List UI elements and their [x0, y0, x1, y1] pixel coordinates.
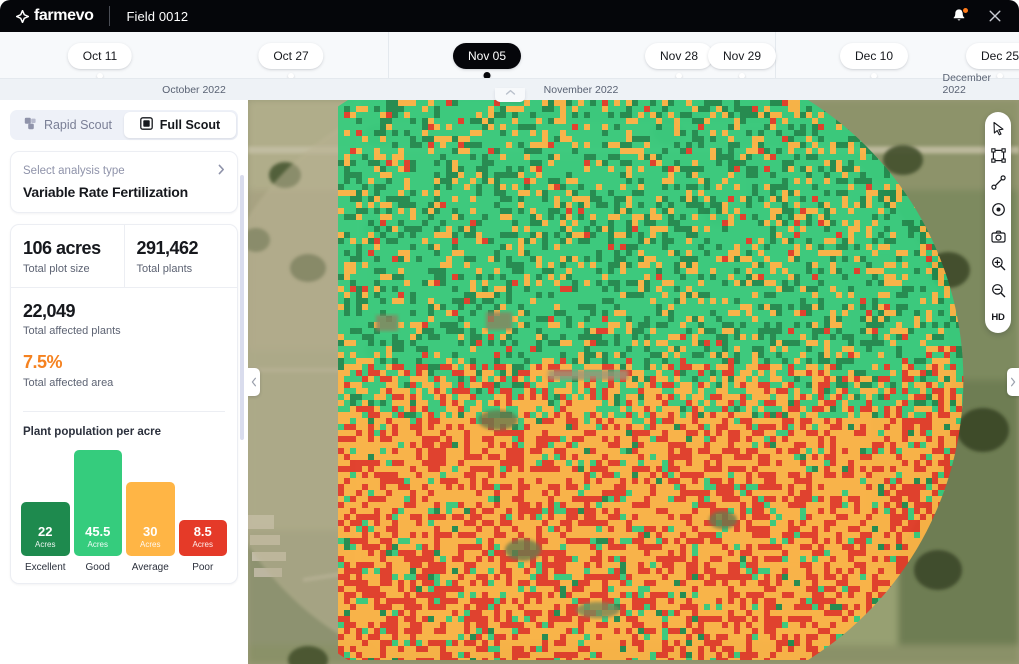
bar-unit: Acres [35, 540, 56, 550]
stat-total-affected-plants: 22,049 Total affected plants [11, 288, 237, 340]
timeline-month-label: December 2022 [942, 72, 991, 96]
bar-category-label: Good [85, 562, 110, 574]
analysis-type-selector[interactable]: Select analysis type Variable Rate Ferti… [10, 151, 238, 213]
brand-name: farmevo [34, 7, 94, 24]
stat-value: 106 acres [23, 238, 101, 258]
bar-unit: Acres [192, 540, 213, 550]
bar-average[interactable]: 30 Acres [126, 482, 175, 557]
bar-category-label: Average [131, 562, 169, 574]
tab-rapid-scout[interactable]: Rapid Scout [12, 112, 124, 138]
stats-row-top: 106 acres Total plot size 291,462 Total … [11, 225, 237, 288]
bar-category-label: Poor [192, 562, 214, 574]
hd-toggle[interactable]: HD [989, 308, 1007, 326]
analysis-type-placeholder: Select analysis type [23, 165, 125, 177]
diamond-logo-icon [15, 9, 30, 23]
timeline-month-label: October 2022 [162, 84, 226, 96]
chevron-up-icon [505, 89, 515, 95]
square-frame-icon [139, 117, 153, 133]
close-icon[interactable] [987, 8, 1003, 24]
bar-group: 8.5 Acres Poor [178, 450, 227, 574]
layers-icon [24, 117, 37, 133]
bar-category-label: Excellent [24, 562, 66, 574]
point-marker-icon[interactable] [989, 200, 1007, 218]
cursor-arrow-icon[interactable] [989, 119, 1007, 137]
timeline-date-nov-29[interactable]: Nov 29 [707, 43, 777, 69]
tab-full-scout-label: Full Scout [159, 118, 221, 132]
stat-total-plot-size: 106 acres Total plot size [11, 225, 124, 287]
timeline-date-dec-10[interactable]: Dec 10 [839, 43, 909, 69]
stat-value: 22,049 [23, 300, 76, 321]
bar-good[interactable]: 45.5 Acres [73, 450, 122, 557]
timeline-month-label: November 2022 [543, 84, 619, 96]
chart-wrapper: 22 Acres Excellent 45.5 Acres Good 30 Acres Aver… [11, 438, 237, 583]
stat-label: Total affected plants [23, 325, 121, 338]
stats-card: 106 acres Total plot size 291,462 Total … [10, 224, 238, 585]
bell-icon[interactable] [951, 7, 969, 24]
bar-value: 30 [143, 523, 158, 539]
bar-unit: Acres [87, 540, 108, 550]
analysis-type-header: Select analysis type [23, 162, 225, 180]
stat-total-affected-area: 7.5% Total affected area [11, 339, 237, 403]
scout-mode-toggle[interactable]: Rapid Scout Full Scout [10, 110, 238, 140]
bar-group: 30 Acres Average [126, 450, 175, 573]
timeline-date-dec-25[interactable]: Dec 25 [965, 43, 1019, 69]
camera-icon[interactable] [989, 227, 1007, 245]
timeline-date-nov-05[interactable]: Nov 05 [452, 43, 522, 69]
tab-rapid-scout-label: Rapid Scout [43, 118, 113, 132]
chevron-left-icon [251, 377, 256, 387]
timeline-date-nov-28[interactable]: Nov 28 [644, 43, 714, 69]
page-title: Field 0012 [126, 8, 189, 24]
top-bar-actions [951, 7, 1019, 24]
notification-badge [962, 7, 969, 14]
zoom-in-icon[interactable] [989, 254, 1007, 272]
timeline-month-separator [388, 32, 389, 78]
chevron-right-icon[interactable] [218, 162, 225, 180]
map-toolbar[interactable]: HD [985, 112, 1011, 333]
timeline-track[interactable]: Oct 11 Oct 27 Nov 05 Nov 28 Nov 29 Dec 10 Dec … [0, 32, 1019, 79]
analysis-type-value: Variable Rate Fertilization [23, 184, 188, 200]
map-canvas [248, 100, 1019, 664]
sidebar-collapse-handle[interactable] [248, 368, 260, 396]
ruler-line-icon[interactable] [989, 173, 1007, 191]
top-bar: farmevo Field 0012 [0, 0, 1019, 32]
stat-total-plants: 291,462 Total plants [123, 225, 238, 287]
timeline-date-oct-11[interactable]: Oct 11 [67, 43, 133, 69]
header-divider [109, 6, 111, 26]
stat-value: 291,462 [136, 238, 199, 258]
stat-label: Total plants [136, 262, 193, 275]
chevron-right-icon [1011, 377, 1016, 387]
bar-excellent[interactable]: 22 Acres [21, 501, 70, 557]
timeline-collapse-handle[interactable] [495, 88, 525, 102]
right-panel-expand-handle[interactable] [1007, 368, 1019, 396]
stat-label: Total plot size [23, 262, 90, 275]
bar-value: 22 [38, 523, 53, 539]
app-window: farmevo Field 0012 Oct 11 Oct 27 Nov 05 Nov… [0, 0, 1019, 664]
tab-full-scout[interactable]: Full Scout [124, 112, 236, 138]
stat-value: 7.5% [23, 352, 63, 373]
brand[interactable]: farmevo [0, 0, 94, 32]
bar-group: 22 Acres Excellent [21, 450, 70, 573]
bar-group: 45.5 Acres Good [73, 450, 122, 574]
plant-population-bar-chart: 22 Acres Excellent 45.5 Acres Good 30 Acres Aver… [11, 438, 237, 573]
bar-poor[interactable]: 8.5 Acres [178, 520, 227, 557]
bar-value: 8.5 [193, 523, 212, 539]
sidebar: Rapid Scout Full Scout Select analysis t… [0, 100, 248, 664]
field-map[interactable]: HD [248, 100, 1019, 664]
sidebar-content: Rapid Scout Full Scout Select analysis t… [0, 100, 248, 585]
bar-value: 45.5 [85, 523, 111, 539]
stat-label: Total affected area [23, 377, 114, 390]
bar-unit: Acres [140, 540, 161, 550]
hd-label: HD [991, 311, 1005, 323]
chart-title: Plant population per acre [23, 426, 162, 439]
timeline-date-oct-27[interactable]: Oct 27 [258, 43, 324, 69]
sidebar-scrollbar[interactable] [240, 175, 244, 440]
polygon-icon[interactable] [989, 146, 1007, 164]
zoom-out-icon[interactable] [989, 281, 1007, 299]
